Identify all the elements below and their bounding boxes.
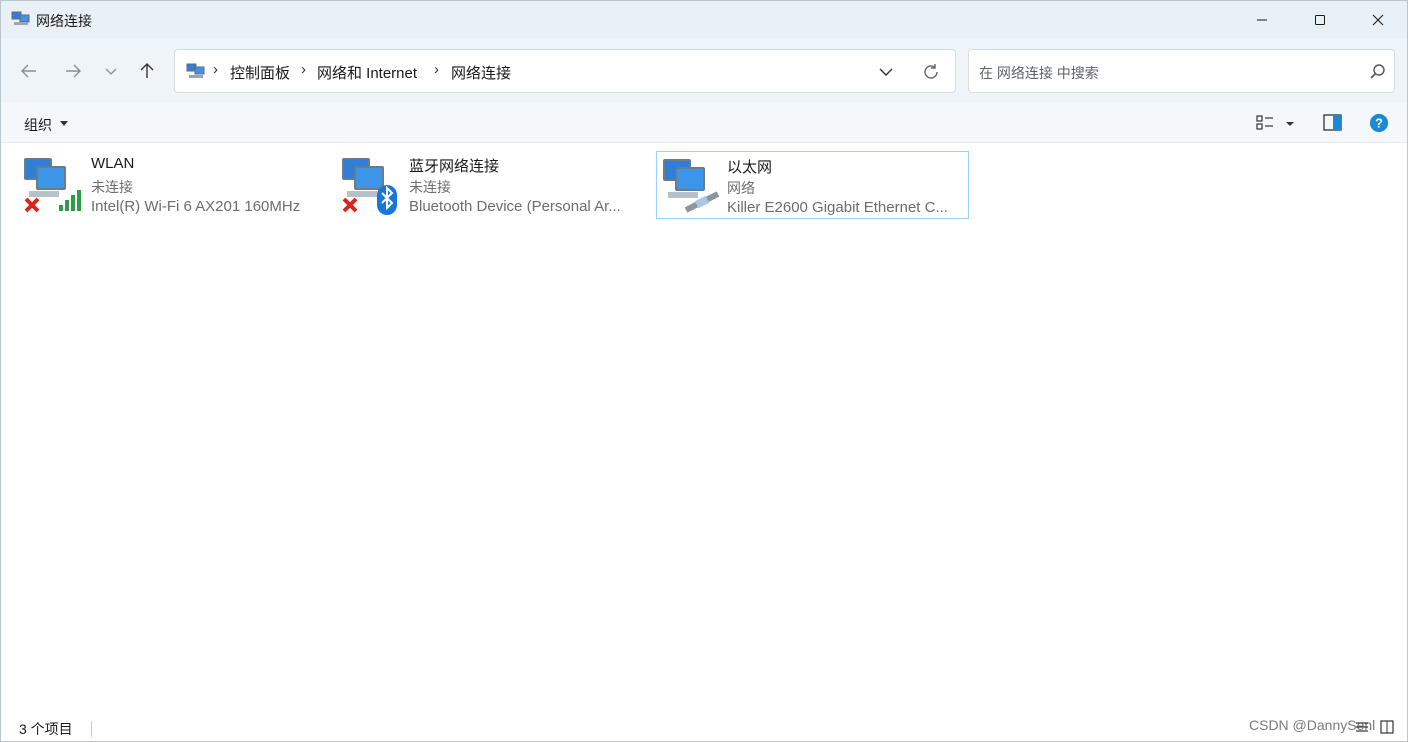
forward-button[interactable] <box>59 57 87 85</box>
disconnected-x-icon <box>342 197 358 213</box>
status-divider <box>91 721 92 737</box>
arrow-up-icon <box>140 63 154 78</box>
search-box[interactable]: 在 网络连接 中搜索 <box>968 49 1395 93</box>
search-placeholder: 在 网络连接 中搜索 <box>979 65 1099 81</box>
breadcrumb-separator: › <box>213 61 218 78</box>
refresh-icon[interactable] <box>920 61 942 83</box>
search-icon[interactable] <box>1369 63 1387 81</box>
large-icons-view-icon[interactable] <box>1379 719 1395 735</box>
connection-name: 以太网 <box>727 159 773 176</box>
title-bar: 网络连接 <box>1 1 1407 39</box>
connection-name: 蓝牙网络连接 <box>409 158 500 175</box>
minimize-icon <box>1257 19 1267 21</box>
minimize-button[interactable] <box>1233 1 1291 39</box>
breadcrumb-control-panel[interactable]: 控制面板 <box>230 62 290 83</box>
network-adapter-icon <box>342 158 397 215</box>
connection-item-bluetooth[interactable]: 蓝牙网络连接 未连接 Bluetooth Device (Personal Ar… <box>339 151 644 219</box>
connection-status: 网络 <box>727 180 755 196</box>
up-button[interactable] <box>133 57 161 85</box>
connection-device: Intel(R) Wi-Fi 6 AX201 160MHz <box>91 198 301 215</box>
address-bar[interactable]: › 控制面板 › 网络和 Internet › 网络连接 <box>174 49 956 93</box>
connection-item-wlan[interactable]: WLAN 未连接 Intel(R) Wi-Fi 6 AX201 160MHz <box>21 151 321 219</box>
caret-down-icon[interactable] <box>1283 113 1297 133</box>
svg-text:?: ? <box>1375 116 1383 131</box>
help-icon[interactable]: ? <box>1368 113 1390 133</box>
network-connections-icon <box>11 11 30 25</box>
maximize-button[interactable] <box>1291 1 1349 39</box>
network-connections-window: 网络连接 › 控制面板 › 网络和 Internet › 网络连接 在 网络连接… <box>0 0 1408 742</box>
command-bar: 组织 ? <box>1 103 1407 143</box>
breadcrumb-network-connections[interactable]: 网络连接 <box>451 62 511 83</box>
organize-button[interactable]: 组织 <box>24 115 52 135</box>
navigation-bar: › 控制面板 › 网络和 Internet › 网络连接 在 网络连接 中搜索 <box>1 39 1407 103</box>
status-bar: 3 个项目 CSDN @DannySenl <box>1 713 1407 742</box>
disconnected-x-icon <box>24 197 40 213</box>
close-button[interactable] <box>1349 1 1407 39</box>
connection-device: Killer E2600 Gigabit Ethernet C... <box>727 199 948 216</box>
maximize-icon <box>1315 15 1325 25</box>
arrow-right-icon <box>66 64 81 78</box>
change-view-icon[interactable] <box>1255 113 1277 133</box>
connection-status: 未连接 <box>91 179 133 195</box>
back-button[interactable] <box>15 57 43 85</box>
window-title: 网络连接 <box>36 13 92 29</box>
network-adapter-icon <box>24 158 81 213</box>
item-count: 3 个项目 <box>19 721 73 737</box>
network-connections-icon <box>186 63 205 78</box>
breadcrumb-separator: › <box>301 61 306 78</box>
chevron-down-icon[interactable] <box>875 61 897 83</box>
connection-device: Bluetooth Device (Personal Ar... <box>409 198 621 215</box>
recent-locations-button[interactable] <box>97 57 125 85</box>
caret-down-icon <box>60 121 68 126</box>
chevron-down-icon <box>105 68 117 75</box>
breadcrumb-network-internet[interactable]: 网络和 Internet <box>317 62 417 83</box>
details-view-icon[interactable] <box>1354 719 1370 735</box>
connection-name: WLAN <box>91 155 135 172</box>
preview-pane-icon[interactable] <box>1322 113 1344 133</box>
bluetooth-icon <box>377 185 397 215</box>
connection-item-ethernet[interactable]: 以太网 网络 Killer E2600 Gigabit Ethernet C..… <box>656 151 969 219</box>
close-icon <box>1372 14 1384 26</box>
connection-status: 未连接 <box>409 179 451 195</box>
wifi-signal-icon <box>59 190 81 211</box>
network-adapter-icon <box>663 159 720 213</box>
breadcrumb-separator: › <box>434 61 439 78</box>
arrow-left-icon <box>21 64 36 78</box>
